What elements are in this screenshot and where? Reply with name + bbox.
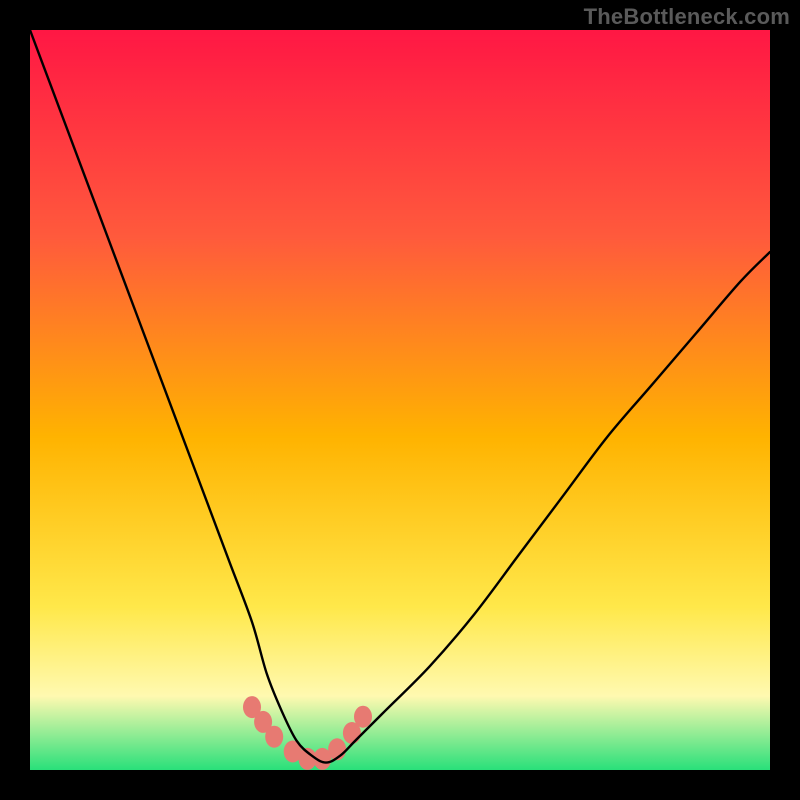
highlight-marker bbox=[354, 706, 372, 728]
plot-area bbox=[30, 30, 770, 770]
highlight-marker bbox=[265, 726, 283, 748]
chart-frame: TheBottleneck.com bbox=[0, 0, 800, 800]
bottleneck-chart bbox=[30, 30, 770, 770]
gradient-background bbox=[30, 30, 770, 770]
watermark-label: TheBottleneck.com bbox=[584, 4, 790, 30]
